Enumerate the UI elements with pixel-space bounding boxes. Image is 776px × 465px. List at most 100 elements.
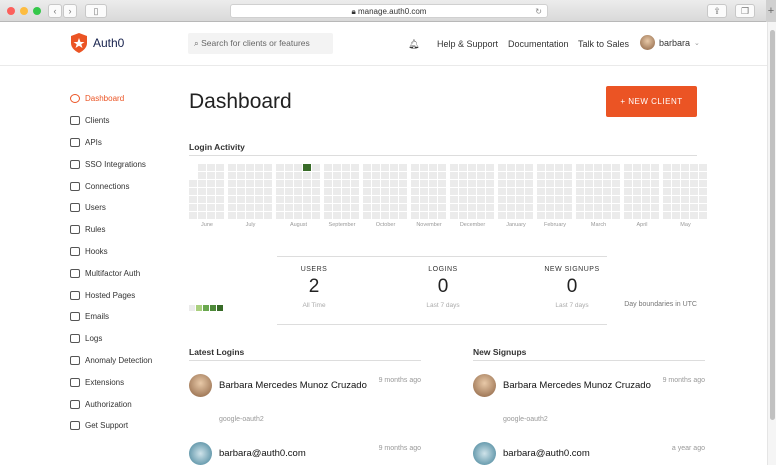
heatmap-cell[interactable] <box>672 172 680 179</box>
heatmap-cell[interactable] <box>363 172 371 179</box>
help-support-link[interactable]: Help & Support <box>437 39 498 49</box>
heatmap-cell[interactable] <box>498 196 506 203</box>
heatmap-cell[interactable] <box>594 180 602 187</box>
heatmap-cell[interactable] <box>390 164 398 171</box>
heatmap-cell[interactable] <box>546 188 554 195</box>
heatmap-cell[interactable] <box>681 180 689 187</box>
close-window-button[interactable] <box>7 7 15 15</box>
heatmap-cell[interactable] <box>207 188 215 195</box>
heatmap-cell[interactable] <box>498 188 506 195</box>
heatmap-cell[interactable] <box>246 212 254 219</box>
sidebar-item-clients[interactable]: Clients <box>70 110 152 132</box>
heatmap-cell[interactable] <box>438 180 446 187</box>
heatmap-cell[interactable] <box>303 180 311 187</box>
heatmap-cell[interactable] <box>228 188 236 195</box>
heatmap-cell[interactable] <box>450 180 458 187</box>
heatmap-cell[interactable] <box>333 172 341 179</box>
heatmap-cell[interactable] <box>576 164 584 171</box>
user-name[interactable]: barbara@auth0.com <box>503 444 653 463</box>
heatmap-cell[interactable] <box>216 196 224 203</box>
heatmap-cell[interactable] <box>537 196 545 203</box>
heatmap-cell[interactable] <box>624 212 632 219</box>
heatmap-cell[interactable] <box>399 172 407 179</box>
notifications-bell-icon[interactable]: 🔔︎ <box>408 39 419 50</box>
heatmap-cell[interactable] <box>333 196 341 203</box>
heatmap-cell[interactable] <box>612 204 620 211</box>
user-menu[interactable]: barbara ⌄ <box>640 35 700 50</box>
heatmap-cell[interactable] <box>633 204 641 211</box>
sidebar-item-authorization[interactable]: Authorization <box>70 393 152 415</box>
heatmap-cell[interactable] <box>516 164 524 171</box>
heatmap-cell[interactable] <box>477 212 485 219</box>
heatmap-cell[interactable] <box>429 196 437 203</box>
heatmap-cell[interactable] <box>468 204 476 211</box>
heatmap-cell[interactable] <box>612 172 620 179</box>
heatmap-cell[interactable] <box>624 164 632 171</box>
heatmap-cell[interactable] <box>372 212 380 219</box>
heatmap-cell[interactable] <box>216 204 224 211</box>
heatmap-cell[interactable] <box>228 212 236 219</box>
heatmap-cell[interactable] <box>351 196 359 203</box>
heatmap-cell[interactable] <box>294 172 302 179</box>
heatmap-cell[interactable] <box>477 204 485 211</box>
heatmap-cell[interactable] <box>585 212 593 219</box>
heatmap-cell[interactable] <box>642 196 650 203</box>
heatmap-cell[interactable] <box>438 172 446 179</box>
heatmap-cell[interactable] <box>690 180 698 187</box>
heatmap-cell[interactable] <box>624 196 632 203</box>
heatmap-cell[interactable] <box>507 180 515 187</box>
heatmap-cell[interactable] <box>663 164 671 171</box>
heatmap-cell[interactable] <box>198 180 206 187</box>
heatmap-cell[interactable] <box>699 180 707 187</box>
heatmap-cell[interactable] <box>585 204 593 211</box>
heatmap-cell[interactable] <box>603 204 611 211</box>
new-client-button[interactable]: + NEW CLIENT <box>606 86 697 117</box>
maximize-window-button[interactable] <box>33 7 41 15</box>
heatmap-cell[interactable] <box>603 188 611 195</box>
heatmap-cell[interactable] <box>486 196 494 203</box>
talk-to-sales-link[interactable]: Talk to Sales <box>578 39 629 49</box>
heatmap-cell[interactable] <box>333 180 341 187</box>
heatmap-cell[interactable] <box>429 188 437 195</box>
heatmap-cell[interactable] <box>663 188 671 195</box>
heatmap-cell[interactable] <box>507 172 515 179</box>
heatmap-cell[interactable] <box>429 180 437 187</box>
heatmap-cell[interactable] <box>255 188 263 195</box>
heatmap-cell[interactable] <box>555 196 563 203</box>
heatmap-cell[interactable] <box>516 172 524 179</box>
heatmap-cell[interactable] <box>228 172 236 179</box>
heatmap-cell[interactable] <box>198 204 206 211</box>
heatmap-cell[interactable] <box>450 212 458 219</box>
heatmap-cell[interactable] <box>681 188 689 195</box>
heatmap-cell[interactable] <box>381 172 389 179</box>
heatmap-cell[interactable] <box>486 188 494 195</box>
heatmap-cell[interactable] <box>381 204 389 211</box>
heatmap-cell[interactable] <box>264 180 272 187</box>
heatmap-cell[interactable] <box>498 204 506 211</box>
heatmap-cell[interactable] <box>468 188 476 195</box>
heatmap-cell[interactable] <box>228 164 236 171</box>
sidebar-item-rules[interactable]: Rules <box>70 219 152 241</box>
heatmap-cell[interactable] <box>411 180 419 187</box>
heatmap-cell[interactable] <box>450 188 458 195</box>
heatmap-cell[interactable] <box>468 196 476 203</box>
heatmap-cell[interactable] <box>690 196 698 203</box>
heatmap-cell[interactable] <box>603 212 611 219</box>
heatmap-cell[interactable] <box>642 188 650 195</box>
heatmap-cell[interactable] <box>525 196 533 203</box>
heatmap-cell[interactable] <box>276 164 284 171</box>
heatmap-cell[interactable] <box>690 188 698 195</box>
heatmap-cell[interactable] <box>198 212 206 219</box>
heatmap-cell[interactable] <box>438 212 446 219</box>
heatmap-cell[interactable] <box>390 172 398 179</box>
heatmap-cell[interactable] <box>681 204 689 211</box>
heatmap-cell[interactable] <box>546 196 554 203</box>
heatmap-cell[interactable] <box>390 180 398 187</box>
sidebar-item-apis[interactable]: APIs <box>70 132 152 154</box>
heatmap-cell[interactable] <box>333 188 341 195</box>
heatmap-cell[interactable] <box>585 180 593 187</box>
heatmap-cell[interactable] <box>507 164 515 171</box>
heatmap-cell[interactable] <box>333 212 341 219</box>
heatmap-cell[interactable] <box>651 188 659 195</box>
heatmap-cell[interactable] <box>576 212 584 219</box>
